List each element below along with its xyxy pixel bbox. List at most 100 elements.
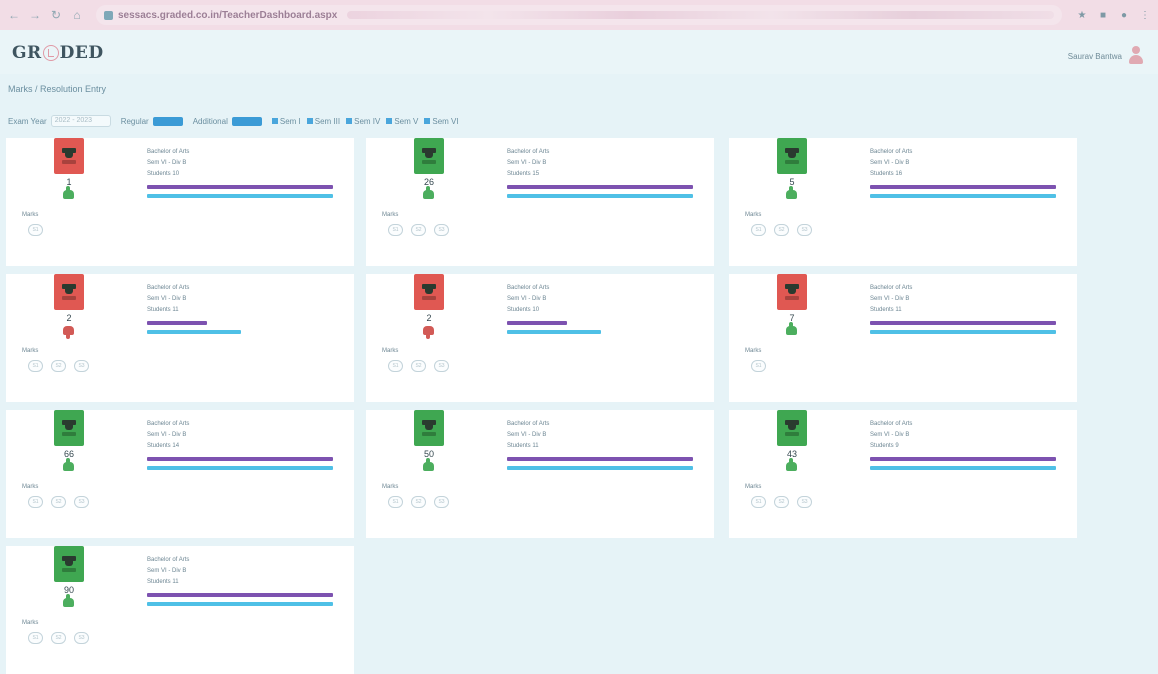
- additional-toggle[interactable]: [231, 116, 262, 126]
- graded-logo[interactable]: GR DED: [12, 43, 104, 63]
- menu-icon[interactable]: ⋮: [1138, 8, 1152, 22]
- checkbox-icon: [306, 118, 313, 124]
- marks-chip[interactable]: S1: [388, 224, 403, 236]
- course-card[interactable]: 7 Bachelor of Arts Sem VI - Div B Studen…: [729, 274, 1077, 402]
- marks-chip[interactable]: S2: [774, 224, 789, 236]
- back-arrow-icon[interactable]: ←: [6, 7, 22, 23]
- extension-icon[interactable]: ■: [1096, 8, 1110, 22]
- home-icon[interactable]: ⌂: [69, 7, 85, 23]
- graduation-cap-base: [65, 153, 73, 158]
- marks-chip[interactable]: S2: [774, 496, 789, 508]
- graduation-cap-base: [788, 425, 796, 430]
- course-division: Sem VI - Div B: [147, 568, 187, 574]
- checkbox-icon: [346, 118, 353, 124]
- course-division: Sem VI - Div B: [147, 432, 187, 438]
- thumbs-up-icon[interactable]: [63, 594, 74, 607]
- status-tile[interactable]: [777, 274, 807, 310]
- course-card[interactable]: 90 Bachelor of Arts Sem VI - Div B Stude…: [6, 546, 354, 674]
- marks-chip[interactable]: S3: [434, 360, 449, 372]
- course-students: Students 9: [870, 443, 899, 449]
- course-info: Bachelor of Arts Sem VI - Div B Students…: [147, 555, 189, 588]
- marks-chip[interactable]: S2: [51, 496, 66, 508]
- marks-chip[interactable]: S3: [74, 360, 89, 372]
- course-name: Bachelor of Arts: [870, 285, 913, 291]
- marks-chip[interactable]: S1: [751, 360, 766, 372]
- marks-chip[interactable]: S1: [751, 224, 766, 236]
- thumbs-up-icon[interactable]: [423, 186, 434, 199]
- status-tile[interactable]: [54, 546, 84, 582]
- regular-toggle[interactable]: [152, 116, 183, 126]
- course-card[interactable]: 43 Bachelor of Arts Sem VI - Div B Stude…: [729, 410, 1077, 538]
- status-tile[interactable]: [54, 410, 84, 446]
- additional-label: Additional: [192, 116, 228, 126]
- marks-chip[interactable]: S2: [411, 496, 426, 508]
- marks-chip[interactable]: S1: [28, 360, 43, 372]
- marks-chip[interactable]: S3: [797, 496, 812, 508]
- marks-chip[interactable]: S1: [28, 632, 43, 644]
- user-avatar-icon[interactable]: [1128, 46, 1144, 64]
- marks-chip[interactable]: S1: [28, 224, 43, 236]
- thumbs-up-icon[interactable]: [786, 458, 797, 471]
- status-tile[interactable]: [414, 410, 444, 446]
- thumbs-down-icon[interactable]: [63, 326, 74, 339]
- marks-label: Marks: [22, 212, 39, 218]
- marks-chip[interactable]: S3: [434, 224, 449, 236]
- thumbs-up-icon[interactable]: [63, 458, 74, 471]
- marks-chip[interactable]: S3: [74, 632, 89, 644]
- marks-label: Marks: [22, 348, 39, 354]
- profile-icon[interactable]: ●: [1117, 8, 1131, 22]
- sem-checkbox[interactable]: Sem IV: [346, 117, 380, 126]
- sem-checkbox[interactable]: Sem V: [386, 117, 418, 126]
- progress-bar-primary: [147, 321, 207, 325]
- user-name[interactable]: Saurav Bantwa: [1068, 52, 1122, 61]
- course-students: Students 10: [147, 171, 180, 177]
- graduation-cap-base: [65, 561, 73, 566]
- marks-chip[interactable]: S3: [797, 224, 812, 236]
- course-card[interactable]: 5 Bachelor of Arts Sem VI - Div B Studen…: [729, 138, 1077, 266]
- thumbs-up-icon[interactable]: [786, 186, 797, 199]
- extension-icon[interactable]: ★: [1075, 8, 1089, 22]
- marks-chip[interactable]: S1: [388, 496, 403, 508]
- course-students: Students 11: [147, 579, 179, 585]
- course-card[interactable]: 26 Bachelor of Arts Sem VI - Div B Stude…: [366, 138, 714, 266]
- sem-checkbox[interactable]: Sem I: [271, 117, 301, 126]
- sem-checkbox[interactable]: Sem VI: [424, 117, 459, 126]
- course-card[interactable]: 66 Bachelor of Arts Sem VI - Div B Stude…: [6, 410, 354, 538]
- course-card[interactable]: 2 Bachelor of Arts Sem VI - Div B Studen…: [6, 274, 354, 402]
- marks-chip[interactable]: S2: [411, 360, 426, 372]
- sem-checkbox[interactable]: Sem III: [306, 117, 340, 126]
- exam-year-select[interactable]: 2022 - 2023: [50, 115, 111, 127]
- marks-chip[interactable]: S2: [411, 224, 426, 236]
- marks-chip[interactable]: S1: [751, 496, 766, 508]
- course-division: Sem VI - Div B: [147, 296, 187, 302]
- forward-arrow-icon[interactable]: →: [27, 7, 43, 23]
- marks-chip[interactable]: S1: [388, 360, 403, 372]
- course-division: Sem VI - Div B: [507, 432, 547, 438]
- thumbs-up-icon[interactable]: [63, 186, 74, 199]
- marks-chip[interactable]: S3: [434, 496, 449, 508]
- course-card[interactable]: 1 Bachelor of Arts Sem VI - Div B Studen…: [6, 138, 354, 266]
- course-info: Bachelor of Arts Sem VI - Div B Students…: [147, 283, 189, 316]
- status-tile[interactable]: [777, 410, 807, 446]
- marks-chip[interactable]: S1: [28, 496, 43, 508]
- tile-sublabel: [785, 432, 799, 436]
- status-tile[interactable]: [777, 138, 807, 174]
- status-tile[interactable]: [414, 138, 444, 174]
- lock-icon: [104, 10, 113, 20]
- marks-label: Marks: [382, 348, 399, 354]
- course-card[interactable]: 50 Bachelor of Arts Sem VI - Div B Stude…: [366, 410, 714, 538]
- status-tile[interactable]: [54, 274, 84, 310]
- course-name: Bachelor of Arts: [147, 149, 190, 155]
- marks-chip[interactable]: S2: [51, 632, 66, 644]
- address-bar[interactable]: sessacs.graded.co.in/TeacherDashboard.as…: [96, 5, 1062, 25]
- status-tile[interactable]: [414, 274, 444, 310]
- thumbs-down-icon[interactable]: [423, 326, 434, 339]
- marks-chip[interactable]: S3: [74, 496, 89, 508]
- status-tile[interactable]: [54, 138, 84, 174]
- marks-chip[interactable]: S2: [51, 360, 66, 372]
- thumbs-up-icon[interactable]: [786, 322, 797, 335]
- course-card[interactable]: 2 Bachelor of Arts Sem VI - Div B Studen…: [366, 274, 714, 402]
- thumbs-up-icon[interactable]: [423, 458, 434, 471]
- reload-icon[interactable]: ↻: [48, 7, 64, 23]
- progress-bar-secondary: [507, 466, 693, 470]
